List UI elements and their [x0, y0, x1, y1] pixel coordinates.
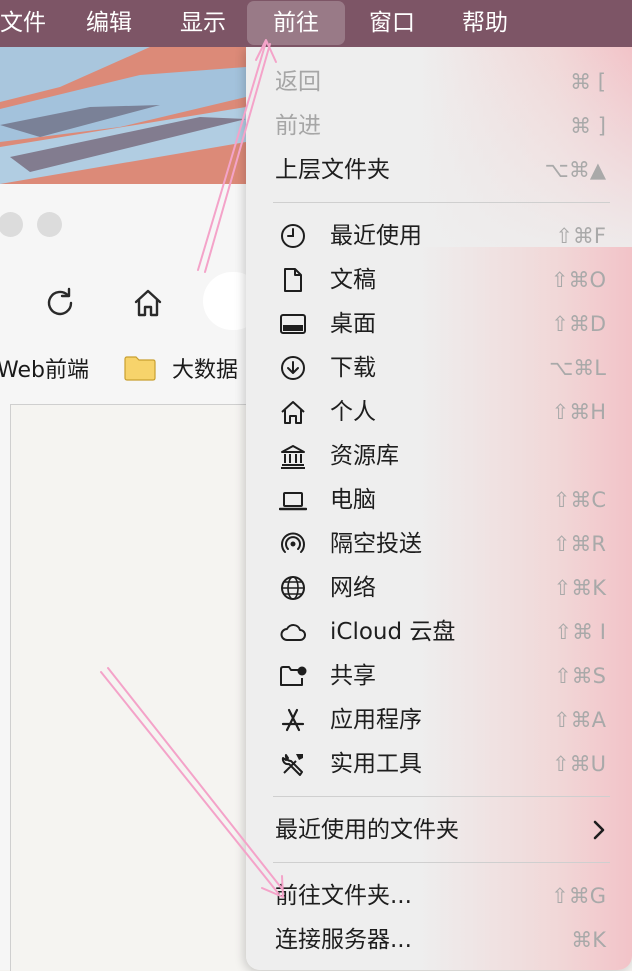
menu-item-library[interactable]: 资源库	[246, 434, 632, 478]
laptop-icon	[278, 486, 308, 514]
menu-item-shortcut: ⇧⌘R	[552, 532, 606, 556]
menu-item-desktop[interactable]: 桌面 ⇧⌘D	[246, 302, 632, 346]
menu-item-shortcut: ⌘ ]	[570, 114, 606, 138]
menu-item-recent-folders[interactable]: 最近使用的文件夹	[246, 808, 632, 852]
menu-item-go-to-folder[interactable]: 前往文件夹... ⇧⌘G	[246, 874, 632, 918]
menu-item-shortcut: ⇧⌘D	[551, 312, 606, 336]
menu-item-label: 前往文件夹...	[275, 883, 412, 909]
menubar-go[interactable]: 前往	[247, 1, 345, 45]
desktop-icon	[279, 310, 307, 338]
menu-item-enclosing-folder[interactable]: 上层文件夹 ⌥⌘▲	[246, 148, 632, 192]
menu-item-label: 最近使用的文件夹	[275, 817, 459, 843]
reload-icon[interactable]	[42, 285, 78, 321]
menubar-edit[interactable]: 编辑	[86, 0, 132, 47]
menu-item-computer[interactable]: 电脑 ⇧⌘C	[246, 478, 632, 522]
menu-item-shortcut: ⇧⌘C	[552, 488, 606, 512]
menubar-file[interactable]: 文件	[0, 0, 46, 47]
menu-item-network[interactable]: 网络 ⇧⌘K	[246, 566, 632, 610]
menu-item-applications[interactable]: 应用程序 ⇧⌘A	[246, 698, 632, 742]
menu-item-label: 连接服务器...	[275, 927, 412, 953]
menu-item-shortcut: ⇧⌘S	[554, 664, 606, 688]
menu-item-label: 返回	[275, 69, 321, 95]
shared-folder-icon	[279, 662, 307, 690]
menu-item-icloud-drive[interactable]: iCloud 云盘 ⇧⌘ I	[246, 610, 632, 654]
applications-icon	[279, 706, 307, 734]
clock-icon	[279, 222, 307, 250]
menu-item-label: 实用工具	[330, 751, 422, 777]
library-icon	[279, 442, 307, 470]
menu-bar: 文件 编辑 显示 前往 窗口 帮助	[0, 0, 632, 47]
menu-item-label: 最近使用	[330, 223, 422, 249]
menu-item-shortcut: ⇧⌘A	[553, 708, 606, 732]
menu-item-label: 共享	[330, 663, 376, 689]
menu-item-shortcut: ⇧⌘ I	[554, 620, 606, 644]
menu-item-shortcut: ⇧⌘G	[551, 884, 606, 908]
menu-item-shortcut: ⌘K	[571, 928, 606, 952]
download-icon	[279, 354, 307, 382]
menu-item-label: 隔空投送	[330, 531, 422, 557]
menu-item-utilities[interactable]: 实用工具 ⇧⌘U	[246, 742, 632, 786]
menu-item-label: 电脑	[330, 487, 376, 513]
menu-separator	[273, 862, 610, 863]
cloud-icon	[279, 618, 307, 646]
menu-item-label: 资源库	[330, 443, 399, 469]
menu-item-shortcut: ⇧⌘K	[553, 576, 606, 600]
menubar-help[interactable]: 帮助	[462, 0, 508, 47]
home-toolbar-icon[interactable]	[130, 285, 166, 321]
window-zoom-dot[interactable]	[37, 212, 62, 237]
menu-item-documents[interactable]: 文稿 ⇧⌘O	[246, 258, 632, 302]
menu-item-label: 应用程序	[330, 707, 422, 733]
menubar-view[interactable]: 显示	[180, 0, 226, 47]
menu-item-shared[interactable]: 共享 ⇧⌘S	[246, 654, 632, 698]
menu-item-label: 网络	[330, 575, 376, 601]
home-icon	[279, 398, 307, 426]
folder-icon	[124, 355, 156, 381]
menu-item-shortcut: ⇧⌘U	[552, 752, 606, 776]
menu-item-label: iCloud 云盘	[330, 619, 456, 645]
bookmark-big-data[interactable]: 大数据	[172, 352, 238, 384]
bookmark-web-frontend[interactable]: Web前端	[0, 352, 89, 384]
chevron-right-icon	[592, 819, 606, 841]
menu-item-label: 个人	[330, 399, 376, 425]
menu-item-label: 文稿	[330, 267, 376, 293]
menu-item-airdrop[interactable]: 隔空投送 ⇧⌘R	[246, 522, 632, 566]
desktop-wallpaper	[0, 47, 246, 184]
menu-item-recents[interactable]: 最近使用 ⇧⌘F	[246, 214, 632, 258]
menu-item-forward: 前进 ⌘ ]	[246, 104, 632, 148]
menu-separator	[273, 202, 610, 203]
menu-item-shortcut: ⇧⌘O	[550, 268, 606, 292]
menu-item-home[interactable]: 个人 ⇧⌘H	[246, 390, 632, 434]
menu-separator	[273, 796, 610, 797]
go-menu-dropdown: 返回 ⌘ [ 前进 ⌘ ] 上层文件夹 ⌥⌘▲ 最近使用 ⇧⌘F 文稿 ⇧⌘O …	[246, 47, 632, 970]
menu-item-label: 下载	[330, 355, 376, 381]
menu-item-connect-to-server[interactable]: 连接服务器... ⌘K	[246, 918, 632, 962]
document-icon	[279, 266, 307, 294]
airdrop-icon	[279, 530, 307, 558]
menu-item-label: 桌面	[330, 311, 376, 337]
globe-icon	[279, 574, 307, 602]
menu-item-downloads[interactable]: 下载 ⌥⌘L	[246, 346, 632, 390]
menu-item-shortcut: ⇧⌘H	[551, 400, 606, 424]
menu-item-back: 返回 ⌘ [	[246, 60, 632, 104]
menu-item-shortcut: ⌥⌘▲	[544, 158, 606, 182]
menubar-window[interactable]: 窗口	[369, 0, 415, 47]
menu-item-shortcut: ⇧⌘F	[555, 224, 606, 248]
menu-item-label: 前进	[275, 113, 321, 139]
utilities-icon	[279, 750, 307, 778]
menu-item-shortcut: ⌥⌘L	[549, 356, 606, 380]
finder-content-area	[10, 404, 251, 971]
menu-item-label: 上层文件夹	[275, 157, 390, 183]
menu-item-shortcut: ⌘ [	[570, 70, 606, 94]
